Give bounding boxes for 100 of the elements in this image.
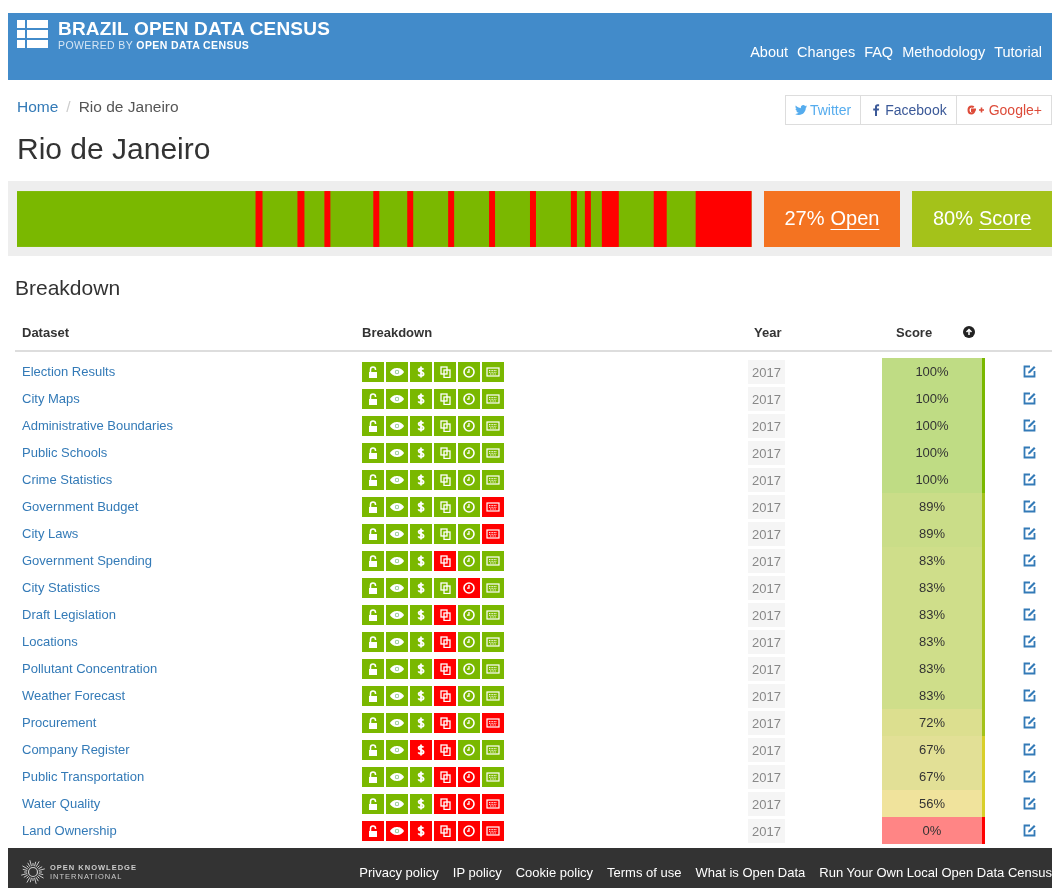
breadcrumb-current: Rio de Janeiro: [78, 98, 179, 117]
score-cell: 83%: [882, 628, 985, 655]
summary-link[interactable]: Open: [830, 207, 880, 230]
year-label: 2017: [748, 656, 785, 681]
score-cell: 72%: [882, 709, 985, 736]
section-title: Breakdown: [15, 276, 122, 300]
dataset-link[interactable]: Land Ownership: [15, 823, 117, 838]
dataset-link[interactable]: City Laws: [15, 526, 79, 541]
dataset-link[interactable]: Procurement: [15, 715, 97, 730]
nav-link[interactable]: Changes: [797, 44, 856, 60]
year-label: 2017: [748, 737, 785, 762]
edit-icon[interactable]: [1023, 743, 1036, 756]
footer-link[interactable]: IP policy: [452, 864, 502, 880]
column-header[interactable]: Dataset: [15, 324, 355, 340]
edit-icon[interactable]: [1023, 716, 1036, 729]
google-plus-icon: [965, 104, 986, 116]
score-cell: 89%: [882, 520, 985, 547]
score-cell: 67%: [882, 763, 985, 790]
dataset-link[interactable]: Locations: [15, 634, 78, 649]
breadcrumb-link[interactable]: Home: [17, 98, 59, 125]
column-header[interactable]: Breakdown: [355, 324, 747, 340]
year-label: 2017: [748, 791, 785, 816]
summary-value: 80%: [933, 207, 974, 230]
dataset-link[interactable]: Government Budget: [15, 499, 139, 514]
year-label: 2017: [748, 548, 785, 573]
year-label: 2017: [748, 818, 785, 843]
footer-link[interactable]: Cookie policy: [515, 864, 594, 880]
nav-link[interactable]: About: [750, 44, 789, 60]
edit-icon[interactable]: [1023, 770, 1036, 783]
edit-icon[interactable]: [1023, 662, 1036, 675]
year-label: 2017: [748, 683, 785, 708]
edit-icon[interactable]: [1023, 392, 1036, 405]
year-label: 2017: [748, 467, 785, 492]
share-button[interactable]: Facebook: [860, 95, 957, 125]
score-cell: 100%: [882, 466, 985, 493]
breadcrumb-separator: /: [66, 98, 71, 117]
year-label: 2017: [748, 710, 785, 735]
summary-value: 27%: [784, 207, 825, 230]
edit-icon[interactable]: [1023, 500, 1036, 513]
dataset-link[interactable]: Public Schools: [15, 445, 108, 460]
dataset-link[interactable]: Company Register: [15, 742, 130, 757]
score-cell: 83%: [882, 682, 985, 709]
dataset-link[interactable]: Draft Legislation: [15, 607, 116, 622]
edit-icon[interactable]: [1023, 689, 1036, 702]
year-label: 2017: [748, 764, 785, 789]
footer-link[interactable]: Run Your Own Local Open Data Census: [819, 864, 1052, 880]
edit-icon[interactable]: [1023, 365, 1036, 378]
share-button[interactable]: Twitter: [784, 95, 862, 125]
edit-icon[interactable]: [1023, 824, 1036, 837]
score-cell: 89%: [882, 493, 985, 520]
year-label: 2017: [748, 413, 785, 438]
year-label: 2017: [748, 602, 785, 627]
nav-link[interactable]: Tutorial: [994, 44, 1042, 60]
dataset-link[interactable]: Administrative Boundaries: [15, 418, 174, 433]
edit-icon[interactable]: [1023, 473, 1036, 486]
dataset-link[interactable]: Election Results: [15, 364, 116, 379]
score-cell: 100%: [882, 439, 985, 466]
score-cell: 56%: [882, 790, 985, 817]
year-label: 2017: [748, 440, 785, 465]
footer-link[interactable]: Terms of use: [607, 864, 682, 880]
nav-link[interactable]: FAQ: [864, 44, 894, 60]
edit-icon[interactable]: [1023, 446, 1036, 459]
dataset-link[interactable]: Pollutant Concentration: [15, 661, 158, 676]
edit-icon[interactable]: [1023, 608, 1036, 621]
score-cell: 100%: [882, 385, 985, 412]
score-cell: 83%: [882, 547, 985, 574]
year-label: 2017: [748, 494, 785, 519]
year-label: 2017: [748, 521, 785, 546]
dataset-link[interactable]: City Statistics: [15, 580, 100, 595]
edit-icon[interactable]: [1023, 527, 1036, 540]
score-cell: 67%: [882, 736, 985, 763]
dataset-link[interactable]: Weather Forecast: [15, 688, 126, 703]
column-header[interactable]: Year: [747, 324, 882, 340]
year-label: 2017: [748, 629, 785, 654]
score-cell: 100%: [882, 412, 985, 439]
score-cell: 83%: [882, 601, 985, 628]
year-label: 2017: [748, 386, 785, 411]
nav-link[interactable]: Methodology: [902, 44, 986, 60]
share-button[interactable]: Google+: [955, 95, 1052, 125]
edit-icon[interactable]: [1023, 419, 1036, 432]
site-title[interactable]: BRAZIL OPEN DATA CENSUS: [58, 19, 331, 39]
dataset-link[interactable]: Public Transportation: [15, 769, 145, 784]
dataset-link[interactable]: Crime Statistics: [15, 472, 113, 487]
column-header[interactable]: Score: [889, 324, 933, 340]
sunburst-icon: [20, 859, 46, 885]
dataset-link[interactable]: City Maps: [15, 391, 80, 406]
edit-icon[interactable]: [1023, 797, 1036, 810]
dataset-link[interactable]: Water Quality: [15, 796, 101, 811]
list-icon: [17, 20, 48, 48]
year-label: 2017: [748, 575, 785, 600]
footer-link[interactable]: Privacy policy: [359, 864, 439, 880]
dataset-link[interactable]: Government Spending: [15, 553, 153, 568]
score-cell: 83%: [882, 655, 985, 682]
score-cell: 0%: [882, 817, 985, 844]
edit-icon[interactable]: [1023, 554, 1036, 567]
edit-icon[interactable]: [1023, 635, 1036, 648]
page-title: Rio de Janeiro: [17, 131, 212, 167]
footer-link[interactable]: What is Open Data: [695, 864, 806, 880]
edit-icon[interactable]: [1023, 581, 1036, 594]
sort-up-icon[interactable]: [963, 326, 975, 338]
